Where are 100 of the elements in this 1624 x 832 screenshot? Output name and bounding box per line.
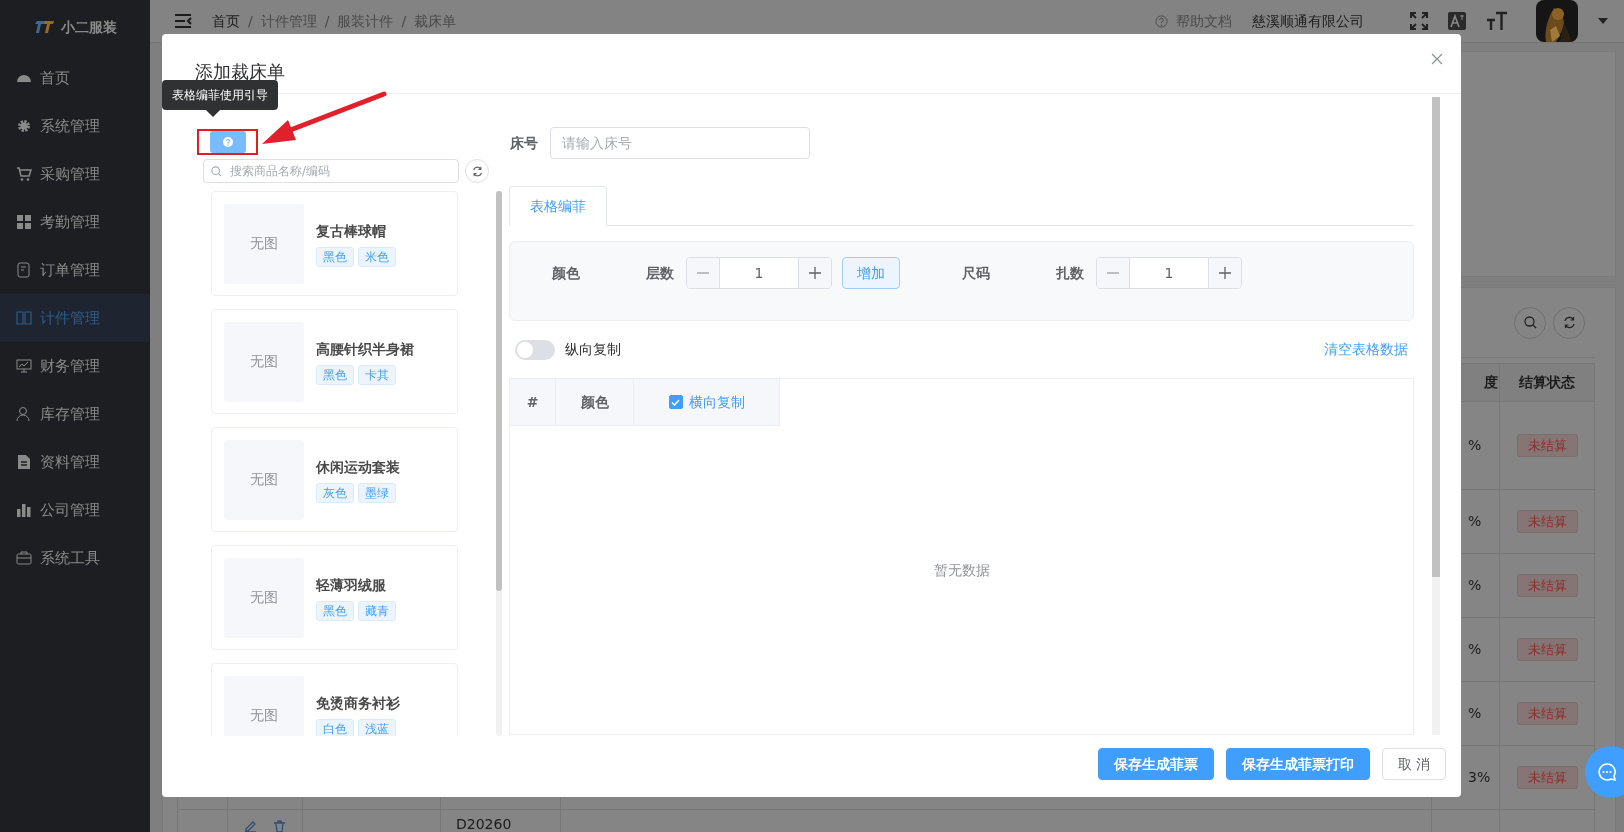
document-icon	[16, 262, 32, 278]
edit-icon[interactable]	[244, 820, 257, 832]
sidebar-item[interactable]: 订单管理	[0, 246, 150, 294]
chat-icon	[1597, 762, 1617, 782]
logo-text: 小二服装	[61, 17, 117, 37]
font-size-icon[interactable]	[1486, 11, 1508, 31]
breadcrumb-item[interactable]: 首页	[212, 10, 240, 32]
cancel-button[interactable]: 取 消	[1381, 748, 1446, 780]
product-name: 复古棒球帽	[316, 221, 387, 241]
decrement-button[interactable]	[1097, 258, 1129, 288]
breadcrumb-separator: /	[248, 11, 253, 31]
bed-number-field[interactable]: 请输入床号	[550, 127, 810, 159]
close-icon	[1431, 53, 1443, 65]
color-tag: 藏青	[358, 600, 396, 621]
product-card[interactable]: 无图 高腰针织半身裙 黑色 卡其	[211, 309, 458, 414]
sidebar-item[interactable]: 首页	[0, 54, 150, 102]
image-placeholder: 无图	[224, 675, 304, 736]
status-tag: 未结算	[1516, 573, 1578, 598]
status-tag: 未结算	[1516, 637, 1578, 662]
sidebar-item[interactable]: 系统工具	[0, 534, 150, 582]
image-placeholder: 无图	[224, 203, 304, 284]
minus-icon	[1107, 272, 1119, 274]
search-field[interactable]: 搜索商品名称/编码	[203, 159, 459, 183]
menu-icon[interactable]	[174, 13, 192, 29]
add-button[interactable]: 增加	[842, 257, 900, 289]
product-card[interactable]: 无图 休闲运动套装 灰色 墨绿	[211, 427, 458, 532]
book-icon	[16, 310, 32, 326]
column-header: 颜色	[556, 379, 634, 426]
sidebar-item[interactable]: 考勤管理	[0, 198, 150, 246]
color-tag: 卡其	[358, 364, 396, 385]
color-tag: 黑色	[316, 364, 354, 385]
color-tag: 浅蓝	[358, 718, 396, 736]
help-button[interactable]	[209, 131, 246, 153]
logo-icon	[33, 20, 55, 34]
breadcrumb-separator: /	[401, 11, 407, 31]
image-placeholder: 无图	[224, 557, 304, 638]
sidebar-item[interactable]: 库存管理	[0, 390, 150, 438]
color-tag: 米色	[358, 246, 396, 267]
gear-icon	[16, 118, 32, 134]
field-label: 层数	[646, 263, 674, 283]
decrement-button[interactable]	[687, 258, 719, 288]
color-tag: 白色	[316, 718, 354, 736]
help-icon	[222, 137, 233, 147]
sidebar-item[interactable]: 资料管理	[0, 438, 150, 486]
translate-icon[interactable]	[1448, 12, 1466, 30]
fullscreen-icon[interactable]	[1410, 12, 1428, 30]
briefcase-icon	[16, 550, 32, 566]
refresh-icon	[1562, 316, 1576, 329]
status-tag: 未结算	[1516, 433, 1578, 458]
help-icon	[1155, 14, 1168, 28]
image-placeholder: 无图	[224, 439, 304, 520]
caret-icon[interactable]	[1598, 18, 1608, 24]
product-name: 轻薄羽绒服	[316, 575, 387, 595]
field-label: 床号	[510, 133, 538, 153]
scrollbar[interactable]	[1432, 97, 1440, 735]
sidebar-item[interactable]: 公司管理	[0, 486, 150, 534]
toggle-switch[interactable]	[515, 339, 555, 360]
toggle-label: 纵向复制	[565, 340, 621, 359]
grid-icon	[16, 214, 32, 230]
save-button[interactable]: 保存生成菲票打印	[1225, 748, 1370, 780]
increment-button[interactable]	[799, 258, 831, 288]
refresh-icon	[471, 165, 483, 177]
clear-link[interactable]: 清空表格数据	[1324, 339, 1408, 360]
product-card[interactable]: 无图 轻薄羽绒服 黑色 藏青	[211, 545, 458, 650]
plus-icon	[809, 267, 821, 279]
scrollbar[interactable]	[496, 191, 502, 736]
field-label: 尺码	[962, 263, 990, 283]
empty-message: 暂无数据	[933, 560, 990, 580]
avatar[interactable]	[1536, 0, 1578, 42]
minus-icon	[697, 272, 709, 274]
status-tag: 未结算	[1516, 765, 1578, 790]
save-button[interactable]: 保存生成菲票	[1097, 748, 1214, 780]
color-tag: 墨绿	[358, 482, 396, 503]
bar-chart-icon	[16, 502, 32, 518]
product-card[interactable]: 无图 免烫商务衬衫 白色 浅蓝	[211, 663, 458, 736]
product-name: 休闲运动套装	[316, 457, 400, 477]
sidebar-item[interactable]: 财务管理	[0, 342, 150, 390]
color-tag: 灰色	[316, 482, 354, 503]
monitor-icon	[16, 358, 32, 374]
increment-button[interactable]	[1209, 258, 1241, 288]
tab[interactable]: 表格编菲	[509, 186, 607, 226]
cart-icon	[16, 166, 32, 182]
user-icon	[16, 406, 32, 422]
status-tag: 未结算	[1516, 701, 1578, 726]
image-placeholder: 无图	[224, 321, 304, 402]
sidebar-item[interactable]: 采购管理	[0, 150, 150, 198]
field-label: 颜色	[552, 263, 580, 283]
color-tag: 黑色	[316, 246, 354, 267]
sidebar-item[interactable]: 系统管理	[0, 102, 150, 150]
product-card[interactable]: 无图 复古棒球帽 黑色 米色	[211, 191, 458, 296]
checkbox[interactable]	[668, 395, 683, 409]
checkbox-label[interactable]: 横向复制	[688, 391, 745, 413]
color-tag: 黑色	[316, 600, 354, 621]
company-name: 慈溪顺通有限公司	[1252, 11, 1364, 31]
delete-icon[interactable]	[273, 820, 286, 832]
product-name: 免烫商务衬衫	[316, 693, 400, 713]
breadcrumb-separator: /	[324, 11, 330, 31]
file-icon	[16, 454, 32, 470]
plus-icon	[1219, 267, 1231, 279]
status-tag: 未结算	[1516, 509, 1578, 534]
